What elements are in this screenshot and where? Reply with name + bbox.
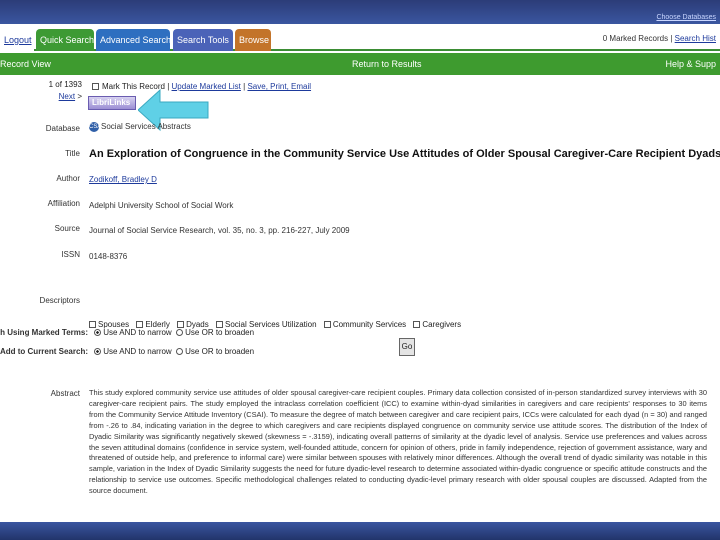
database-label: Database [45, 124, 80, 133]
author-link[interactable]: Zodikoff, Bradley D [89, 175, 157, 184]
next-link[interactable]: Next [59, 92, 75, 101]
database-value-row: CSASocial Services Abstracts [89, 122, 191, 132]
tab-advanced-search[interactable]: Advanced Search [96, 29, 171, 51]
record-view-label: Record View [0, 59, 51, 69]
record-toolbar: Record View Return to Results Help & Sup… [0, 53, 720, 75]
add-to-search-row: Add to Current Search: Use AND to narrow… [0, 347, 254, 356]
database-value: Social Services Abstracts [101, 122, 191, 132]
record-title: An Exploration of Congruence in the Comm… [89, 148, 720, 160]
marked-records-area: 0 Marked Records | Search Hist [602, 34, 716, 43]
logout-link[interactable]: Logout [0, 29, 34, 51]
help-support-link[interactable]: Help & Supp [665, 53, 716, 75]
issn-value: 0148-8376 [89, 252, 128, 261]
top-band [0, 0, 720, 24]
tab-bar: Logout Quick Search Advanced Search Sear… [0, 24, 720, 51]
add-search-and-radio[interactable] [94, 348, 102, 356]
choose-databases-link[interactable]: Choose Databases [656, 14, 716, 21]
search-history-link[interactable]: Search Hist [675, 34, 716, 43]
affiliation-value: Adelphi University School of Social Work [89, 201, 234, 210]
add-search-or-radio[interactable] [176, 348, 184, 356]
descriptors-label: Descriptors [39, 296, 80, 305]
source-value: Journal of Social Service Research, vol.… [89, 226, 350, 235]
descriptor-item[interactable]: Community Services [323, 320, 406, 329]
affiliation-label: Affiliation [47, 199, 80, 208]
tab-browse[interactable]: Browse [235, 29, 271, 51]
add-to-search-label: Add to Current Search: [0, 347, 88, 356]
tab-search-tools[interactable]: Search Tools [173, 29, 233, 51]
author-label: Author [56, 174, 80, 183]
go-button[interactable]: Go [399, 338, 415, 356]
tab-quick-search[interactable]: Quick Search [36, 29, 94, 51]
source-label: Source [54, 224, 80, 233]
abstract-text: This study explored community service us… [89, 388, 707, 496]
descriptor-item[interactable]: Caregivers [413, 320, 461, 329]
database-icon: CSA [89, 122, 102, 132]
new-search-label: New Search Using Marked Terms: [0, 328, 88, 337]
new-search-row: New Search Using Marked Terms: Use AND t… [0, 328, 254, 337]
marked-records-link[interactable]: 0 Marked Records [603, 34, 668, 43]
record-count: 1 of 1393 [48, 80, 82, 89]
issn-label: ISSN [61, 250, 80, 259]
return-to-results-link[interactable]: Return to Results [352, 53, 422, 75]
save-print-email-link[interactable]: Save, Print, Email [247, 82, 311, 91]
record-navigation: 1 of 1393 Next > [36, 79, 82, 103]
bottom-band [0, 522, 720, 540]
title-label: Title [65, 149, 80, 158]
presentation-frame: Choose Databases Logout Quick Search Adv… [0, 0, 720, 540]
mark-record-checkbox[interactable] [92, 83, 99, 91]
abstract-label: Abstract [50, 389, 80, 398]
new-search-or-radio[interactable] [176, 329, 184, 337]
librilinks-button[interactable]: LibriLinks [88, 96, 136, 110]
new-search-and-radio[interactable] [94, 329, 102, 337]
browser-page: Logout Quick Search Advanced Search Sear… [0, 24, 720, 522]
